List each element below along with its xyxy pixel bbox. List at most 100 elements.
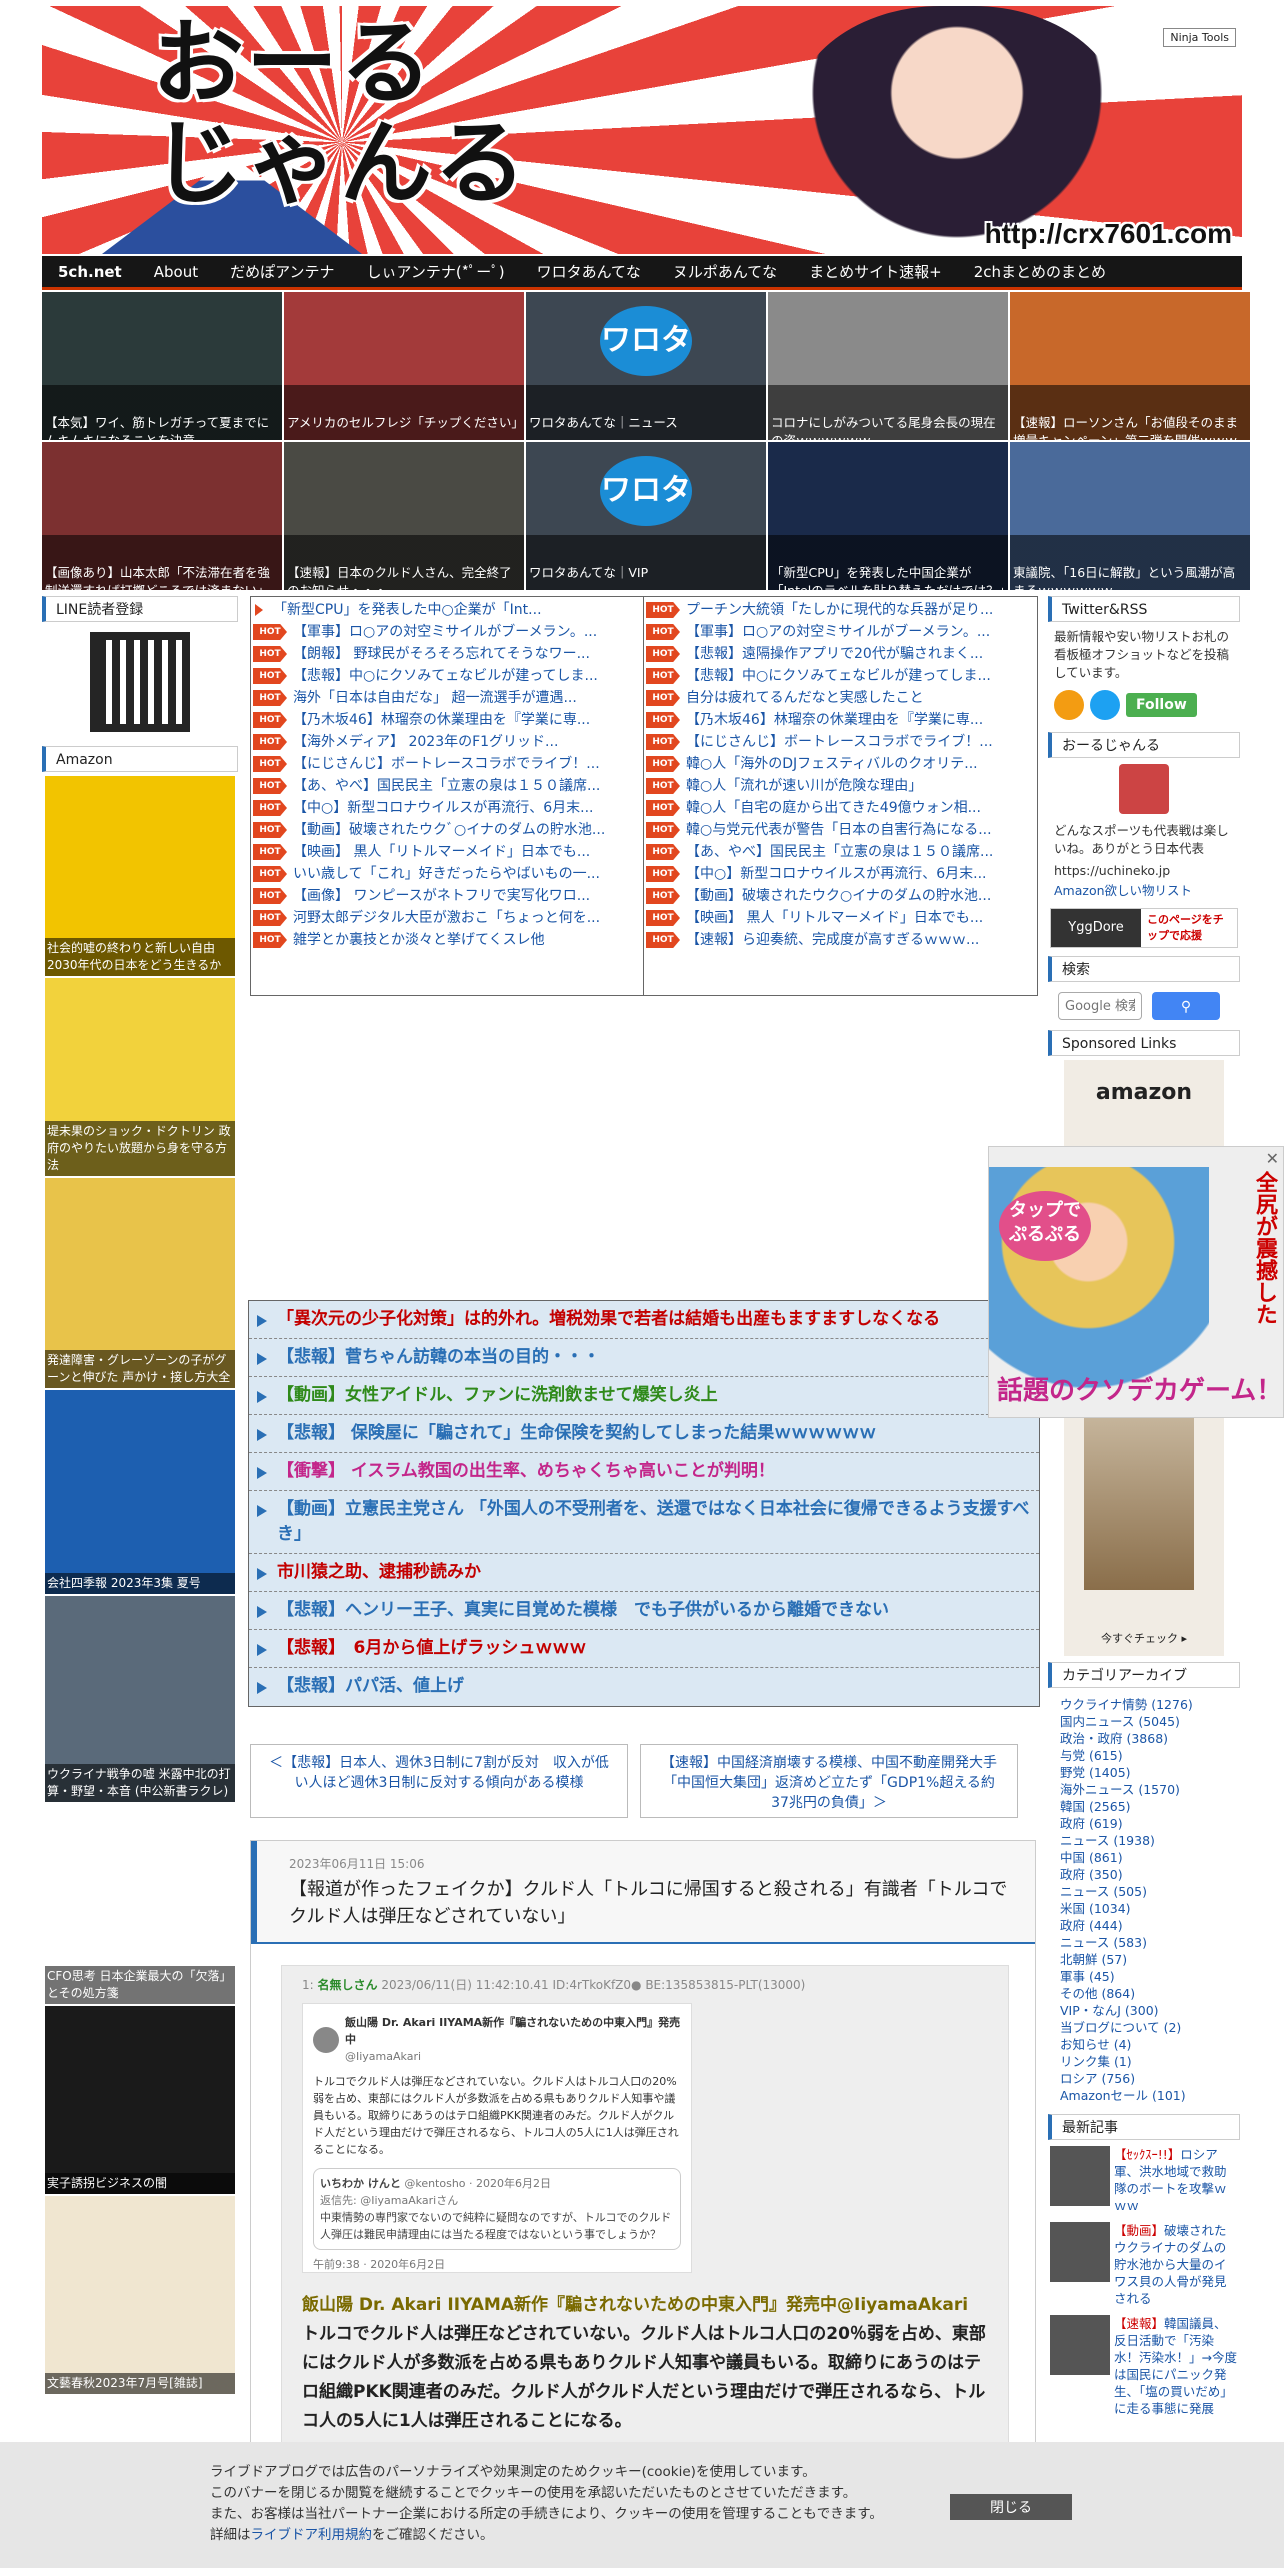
- headline-item[interactable]: HOT 【悲報】中○にクソみてェなビルが建ってしま...: [646, 665, 1033, 687]
- nav-link[interactable]: ヌルポあんてな: [657, 261, 793, 282]
- rss-icon[interactable]: [1054, 690, 1084, 720]
- headline-item[interactable]: HOT 【悲報】遠隔操作アプリで20代が騙されまく...: [646, 643, 1033, 665]
- headline-item[interactable]: HOT 韓○人「自宅の庭から出てきた49億ウォン相...: [646, 797, 1033, 819]
- prev-article-link[interactable]: ＜【悲報】日本人、週休3日制に7割が反対 収入が低い人ほど週休3日制に反対する傾…: [250, 1744, 628, 1818]
- featured-link[interactable]: 【動画】立憲民主党さん 「外国人の不受刑者を、送還ではなく日本社会に復帰できるよ…: [249, 1491, 1039, 1554]
- category-link[interactable]: VIP・なんJ (300): [1060, 2002, 1228, 2019]
- nav-link[interactable]: まとめサイト速報+: [793, 261, 958, 282]
- category-link[interactable]: 野党 (1405): [1060, 1764, 1228, 1781]
- headline-item[interactable]: HOT 韓○与党元代表が警告「日本の自害行為になる...: [646, 819, 1033, 841]
- headline-item[interactable]: HOT 自分は疲れてるんだなと実感したこと: [646, 687, 1033, 709]
- recent-item[interactable]: 【ｾｯｸｽｰ!!】ロシア軍、洪水地域で救助隊のボートを攻撃ｗｗｗ: [1048, 2144, 1240, 2220]
- headline-item[interactable]: HOT 【画像】 ワンピースがネトフリで実写化ワロ...: [253, 885, 641, 907]
- thumbnail-card[interactable]: 【速報】日本のクルド人さん、完全終了のお知らせ・・・: [284, 442, 524, 590]
- headline-item[interactable]: HOT いい歳して「これ」好きだったらやばいもの一...: [253, 863, 641, 885]
- nav-link[interactable]: ワロタあんてな: [521, 261, 657, 282]
- category-link[interactable]: 与党 (615): [1060, 1747, 1228, 1764]
- headline-item[interactable]: HOT 【動画】破壊されたウクﾞ○イナのダムの貯水池...: [253, 819, 641, 841]
- thumbnail-card[interactable]: 【速報】ローソンさん「お値段そのまま増量キャンペーン」第二弾を開催ｗｗｗｗｗｗｗ…: [1010, 292, 1250, 440]
- ninja-tools-badge[interactable]: Ninja Tools: [1163, 28, 1236, 47]
- headline-item[interactable]: HOT 【乃木坂46】林瑠奈の休業理由を『学業に専...: [646, 709, 1033, 731]
- amazon-book[interactable]: 文藝春秋2023年7月号[雑誌]: [45, 2196, 235, 2394]
- embedded-tweet[interactable]: 飯山陽 Dr. Akari IIYAMA新作『騙されないための中東入門』発売中 …: [302, 2003, 692, 2273]
- category-link[interactable]: 政治・政府 (3868): [1060, 1730, 1228, 1747]
- category-link[interactable]: 政府 (444): [1060, 1917, 1228, 1934]
- headline-item[interactable]: HOT 【あ、やべ】国民民主「立憲の泉は１５０議席...: [646, 841, 1033, 863]
- headline-item[interactable]: 「新型CPU」を発表した中○企業が「Int...: [253, 599, 641, 621]
- thumbnail-card[interactable]: 東議院、「16日に解散」という風潮が高まるｗｗｗｗｗｗ: [1010, 442, 1250, 590]
- featured-link[interactable]: 【悲報】菅ちゃん訪韓の本当の目的・・・: [249, 1339, 1039, 1377]
- site-logo[interactable]: おーる じゃんる: [152, 14, 528, 214]
- featured-link[interactable]: 【悲報】 保険屋に「騙されて」生命保険を契約してしまった結果ｗｗｗｗｗｗ: [249, 1415, 1039, 1453]
- amazon-book[interactable]: CFO思考 日本企業最大の「欠落」とその処方箋: [45, 1804, 235, 2004]
- article-title[interactable]: 【報道が作ったフェイクか】クルド人「トルコに帰国すると殺される」有識者「トルコで…: [289, 1876, 1021, 1930]
- wishlist-link[interactable]: Amazon欲しい物リスト: [1048, 882, 1240, 902]
- featured-link[interactable]: 【悲報】パパ活、値上げ: [249, 1668, 1039, 1706]
- category-link[interactable]: リンク集 (1): [1060, 2053, 1228, 2070]
- headline-item[interactable]: HOT 河野太郎デジタル大臣が激おこ「ちょっと何を...: [253, 907, 641, 929]
- profile-url[interactable]: https://uchineko.jp: [1048, 860, 1240, 882]
- next-article-link[interactable]: 【速報】中国経済崩壊する模様、中国不動産開発大手「中国恒大集団」返済めど立たず「…: [640, 1744, 1018, 1818]
- category-link[interactable]: ウクライナ情勢 (1276): [1060, 1696, 1228, 1713]
- thumbnail-card[interactable]: アメリカのセルフレジ「チップください」: [284, 292, 524, 440]
- headline-item[interactable]: HOT 【にじさんじ】ボートレースコラボでライブ！...: [646, 731, 1033, 753]
- featured-link[interactable]: 【悲報】ヘンリー王子、真実に目覚めた模様 でも子供がいるから離婚できない: [249, 1592, 1039, 1630]
- category-link[interactable]: お知らせ (4): [1060, 2036, 1228, 2053]
- category-link[interactable]: 軍事 (45): [1060, 1968, 1228, 1985]
- headline-item[interactable]: HOT 【にじさんじ】ボートレースコラボでライブ！...: [253, 753, 641, 775]
- line-qr-code[interactable]: [90, 632, 190, 732]
- amazon-book[interactable]: ウクライナ戦争の嘘 米露中北の打算・野望・本音 (中公新書ラクレ): [45, 1596, 235, 1802]
- featured-link[interactable]: 【悲報】 6月から値上げラッシュｗｗｗ: [249, 1630, 1039, 1668]
- nav-link[interactable]: 5ch.net: [42, 263, 138, 281]
- category-link[interactable]: 北朝鮮 (57): [1060, 1951, 1228, 1968]
- thumbnail-card[interactable]: ワロタ ワロタあんてな｜VIP: [526, 442, 766, 590]
- category-link[interactable]: 政府 (350): [1060, 1866, 1228, 1883]
- featured-link[interactable]: 「異次元の少子化対策」は的外れ。増税効果で若者は結婚も出産もますますしなくなる: [249, 1301, 1039, 1339]
- recent-item[interactable]: 【動画】破壊されたウクライナのダムの貯水池から大量のイワス貝の人骨が発見される: [1048, 2220, 1240, 2313]
- recent-item[interactable]: 【速報】韓国議員、反日活動で「汚染水！汚染水！」→今度は国民にパニック発生、「塩…: [1048, 2313, 1240, 2423]
- thumbnail-card[interactable]: 「新型CPU」を発表した中国企業が「Intelのラベルを貼り替えただけでは？」と…: [768, 442, 1008, 590]
- headline-item[interactable]: HOT 海外「日本は自由だな」 超一流選手が遭遇...: [253, 687, 641, 709]
- headline-item[interactable]: HOT 【映画】 黒人「リトルマーメイド」日本でも...: [646, 907, 1033, 929]
- category-link[interactable]: ニュース (505): [1060, 1883, 1228, 1900]
- thumbnail-card[interactable]: ワロタ ワロタあんてな｜ニュース: [526, 292, 766, 440]
- featured-link[interactable]: 【衝撃】 イスラム教国の出生率、めちゃくちゃ高いことが判明！: [249, 1453, 1039, 1491]
- headline-item[interactable]: HOT 【海外メディア】 2023年のF1グリッド...: [253, 731, 641, 753]
- headline-item[interactable]: HOT 【あ、やべ】国民民主「立憲の泉は１５０議席...: [253, 775, 641, 797]
- amazon-book[interactable]: 会社四季報 2023年3集 夏号: [45, 1390, 235, 1594]
- headline-item[interactable]: HOT 【軍事】ロ○アの対空ミサイルがブーメラン。...: [253, 621, 641, 643]
- headline-item[interactable]: HOT 【映画】 黒人「リトルマーメイド」日本でも...: [253, 841, 641, 863]
- category-link[interactable]: 当ブログについて (2): [1060, 2019, 1228, 2036]
- headline-item[interactable]: HOT 韓○人「海外のDJフェスティバルのクオリテ...: [646, 753, 1033, 775]
- category-link[interactable]: ロシア (756): [1060, 2070, 1228, 2087]
- headline-item[interactable]: HOT 【悲報】中○にクソみてェなビルが建ってしま...: [253, 665, 641, 687]
- headline-item[interactable]: HOT 韓○人「流れが速い川が危険な理由」: [646, 775, 1033, 797]
- amazon-book[interactable]: 社会的嘘の終わりと新しい自由 2030年代の日本をどう生きるか: [45, 776, 235, 976]
- thumbnail-card[interactable]: 【画像あり】山本太郎「不法滞在者を強制送還すれば打擲どころでは済まない」←その通…: [42, 442, 282, 590]
- yggdore-banner[interactable]: YggDore このページをチップで応援: [1050, 908, 1238, 948]
- category-link[interactable]: 中国 (861): [1060, 1849, 1228, 1866]
- cookie-close-button[interactable]: 閉じる: [950, 2494, 1072, 2520]
- featured-link[interactable]: 市川猿之助、逮捕秒読みか: [249, 1554, 1039, 1592]
- search-input[interactable]: [1058, 992, 1142, 1020]
- search-button[interactable]: ⚲: [1152, 992, 1220, 1020]
- nav-link[interactable]: 2chまとめのまとめ: [958, 261, 1122, 282]
- headline-item[interactable]: HOT 【乃木坂46】林瑠奈の休業理由を『学業に専...: [253, 709, 641, 731]
- category-link[interactable]: Amazonセール (101): [1060, 2087, 1228, 2104]
- amazon-book[interactable]: 堤未果のショック・ドクトリン 政府のやりたい放題から身を守る方法: [45, 978, 235, 1176]
- category-link[interactable]: 国内ニュース (5045): [1060, 1713, 1228, 1730]
- thumbnail-card[interactable]: 【本気】ワイ、筋トレガチって夏までにムキムキになることを決意: [42, 292, 282, 440]
- headline-item[interactable]: HOT 【中○】新型コロナウイルスが再流行、6月末...: [253, 797, 641, 819]
- floating-ad[interactable]: タップで ぷるぷる 全尻が震撼した 話題のクソデカゲーム！ ✕: [988, 1146, 1284, 1418]
- category-link[interactable]: 米国 (1034): [1060, 1900, 1228, 1917]
- amazon-book[interactable]: 実子誘拐ビジネスの闇: [45, 2006, 235, 2194]
- category-link[interactable]: ニュース (583): [1060, 1934, 1228, 1951]
- nav-link[interactable]: だめぽアンテナ: [214, 261, 350, 282]
- headline-item[interactable]: HOT 【朗報】 野球民がそろそろ忘れてそうなワー...: [253, 643, 641, 665]
- category-link[interactable]: 政府 (619): [1060, 1815, 1228, 1832]
- thumbnail-card[interactable]: コロナにしがみついてる尾身会長の現在の姿ｗｗｗｗｗｗ: [768, 292, 1008, 440]
- nav-link[interactable]: しぃアンテナ(*ﾟーﾟ): [351, 261, 521, 282]
- amazon-book[interactable]: 発達障害・グレーゾーンの子がグーンと伸びた 声かけ・接し方大全: [45, 1178, 235, 1388]
- category-link[interactable]: 海外ニュース (1570): [1060, 1781, 1228, 1798]
- headline-item[interactable]: HOT 【中○】新型コロナウイルスが再流行、6月末...: [646, 863, 1033, 885]
